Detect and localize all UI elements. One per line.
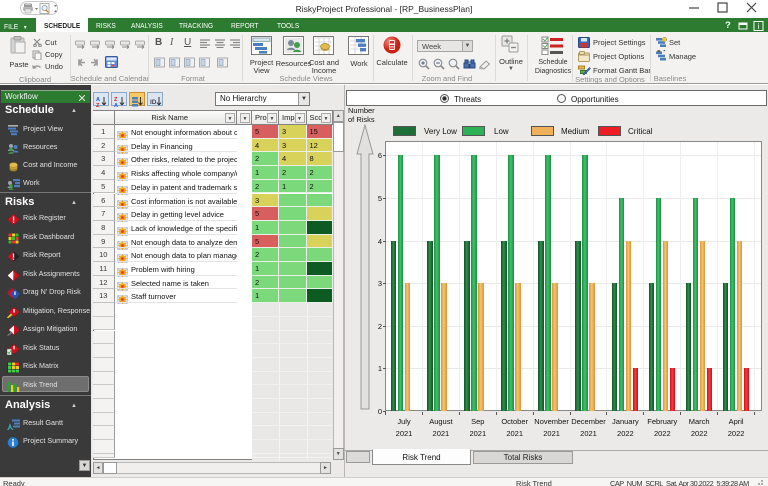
- svg-text:ID: ID: [150, 99, 157, 106]
- svg-text:i: i: [758, 22, 760, 31]
- svg-text:A: A: [114, 103, 118, 107]
- svg-text:Z: Z: [96, 103, 100, 107]
